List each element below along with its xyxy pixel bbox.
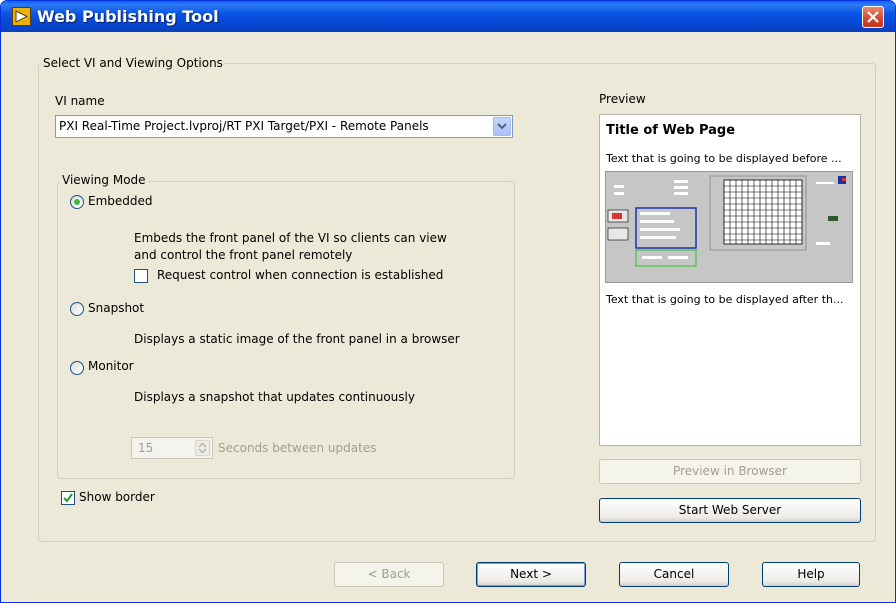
vi-name-value: PXI Real-Time Project.lvproj/RT PXI Targ… [59,119,429,133]
radio-selected-dot [74,199,80,205]
viewing-mode-group [57,181,515,479]
next-button[interactable]: Next > [476,562,586,587]
show-border-checkbox[interactable] [61,491,75,505]
cancel-button[interactable]: Cancel [619,562,729,587]
help-button[interactable]: Help [762,562,860,587]
embedded-description-line2: and control the front panel remotely [134,248,353,262]
monitor-radio[interactable] [70,361,84,375]
select-vi-group-label: Select VI and Viewing Options [41,56,225,70]
preview-pane: Title of Web Page Text that is going to … [599,114,861,446]
front-panel-thumbnail [605,171,853,283]
update-seconds-value: 15 [138,441,154,455]
window-title: Web Publishing Tool [37,7,219,26]
preview-text-before: Text that is going to be displayed befor… [606,152,842,165]
checkmark-icon [63,493,73,503]
preview-label: Preview [599,92,646,106]
chevron-down-icon [497,123,507,130]
request-control-label[interactable]: Request control when connection is estab… [157,268,443,282]
preview-text-after: Text that is going to be displayed after… [606,293,844,306]
web-publishing-tool-window: Web Publishing Tool Select VI and Viewin… [0,0,896,603]
spinner-arrows-icon [198,442,207,454]
monitor-label[interactable]: Monitor [88,359,134,373]
close-button[interactable] [862,6,884,28]
preview-page-title: Title of Web Page [606,123,736,138]
snapshot-radio[interactable] [70,302,84,316]
viewing-mode-label: Viewing Mode [60,173,148,187]
back-button[interactable]: < Back [334,562,444,587]
front-panel-image [606,172,852,282]
show-border-label[interactable]: Show border [79,490,155,504]
embedded-description-line1: Embeds the front panel of the VI so clie… [134,231,447,245]
vi-name-dropdown-button[interactable] [493,117,511,136]
request-control-checkbox[interactable] [134,269,148,283]
embedded-radio[interactable] [70,195,84,209]
snapshot-label[interactable]: Snapshot [88,301,144,315]
snapshot-description: Displays a static image of the front pan… [134,332,460,346]
spinner-buttons[interactable] [195,440,210,456]
preview-in-browser-button[interactable]: Preview in Browser [599,459,861,484]
embedded-label[interactable]: Embedded [88,194,153,208]
labview-app-icon [12,7,31,26]
start-web-server-button[interactable]: Start Web Server [599,498,861,523]
update-seconds-label: Seconds between updates [218,441,377,455]
update-seconds-spinner[interactable]: 15 [131,437,213,459]
close-icon [867,11,879,23]
vi-name-label: VI name [55,94,105,108]
title-bar[interactable]: Web Publishing Tool [1,1,895,32]
vi-name-combobox[interactable]: PXI Real-Time Project.lvproj/RT PXI Targ… [55,115,513,138]
monitor-description: Displays a snapshot that updates continu… [134,390,415,404]
